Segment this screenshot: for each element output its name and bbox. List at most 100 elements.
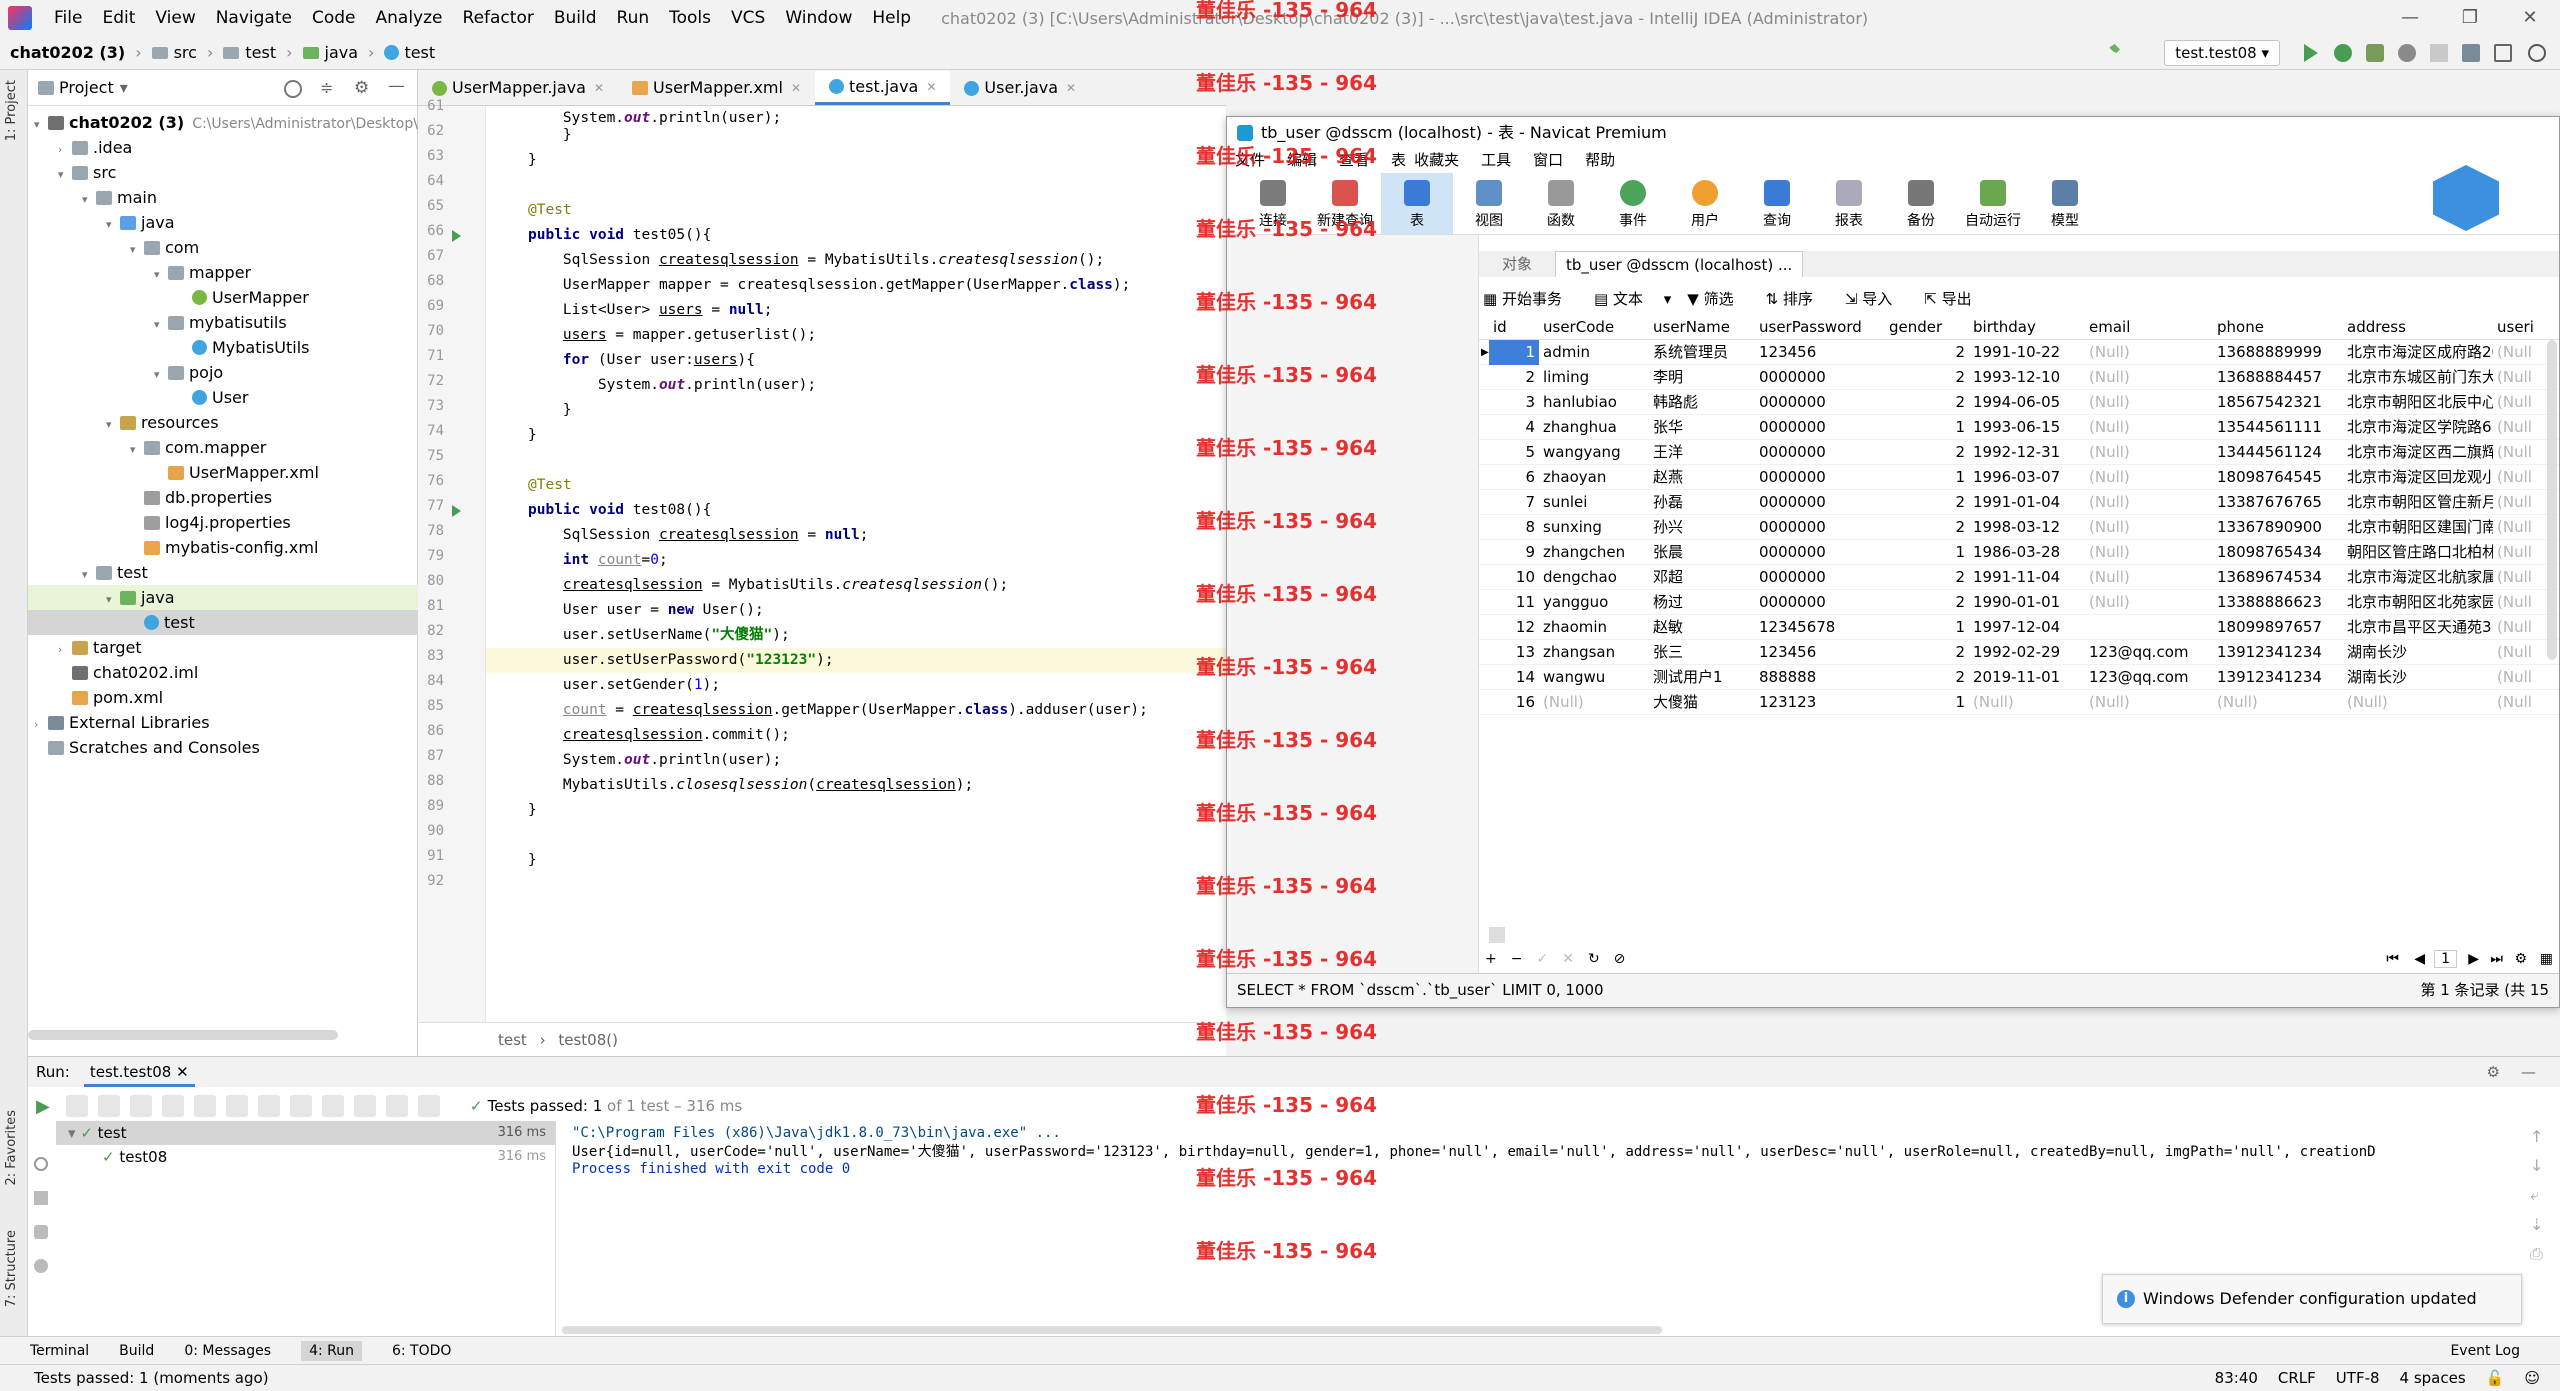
- grid-cell[interactable]: 1: [1885, 690, 1969, 715]
- grid-cell[interactable]: (Null): [2085, 390, 2213, 415]
- grid-cell[interactable]: 1: [1885, 540, 1969, 565]
- indent-setting[interactable]: 4 spaces: [2400, 1365, 2466, 1391]
- search-icon[interactable]: [2528, 44, 2546, 62]
- grid-cell[interactable]: 2: [1885, 590, 1969, 615]
- grid-cell[interactable]: 4: [1489, 415, 1539, 440]
- grid-cell[interactable]: 北京市朝阳区北辰中心: [2343, 390, 2493, 415]
- expand-arrow-icon[interactable]: ▾: [154, 362, 168, 387]
- menu-navigate[interactable]: Navigate: [206, 0, 302, 36]
- grid-cell[interactable]: 123456: [1755, 640, 1885, 665]
- project-tree-item[interactable]: Scratches and Consoles: [28, 735, 418, 760]
- table-row[interactable]: 8 sunxing 孙兴 0000000 2 1998-03-12 (Null) 133678…: [1479, 515, 2559, 540]
- grid-cell[interactable]: (Null): [2085, 590, 2213, 615]
- page-number-input[interactable]: 1: [2434, 950, 2457, 968]
- grid-cell[interactable]: 测试用户1: [1649, 665, 1755, 690]
- expand-arrow-icon[interactable]: ▾: [82, 562, 96, 587]
- project-tree-item[interactable]: log4j.properties: [28, 510, 418, 535]
- column-header[interactable]: userName: [1649, 315, 1755, 340]
- column-header[interactable]: userPassword: [1755, 315, 1885, 340]
- grid-cell[interactable]: 18567542321: [2213, 390, 2343, 415]
- last-page-icon[interactable]: ⏭: [2490, 951, 2503, 967]
- grid-cell[interactable]: 13688889999: [2213, 340, 2343, 365]
- grid-cell[interactable]: 13544561111: [2213, 415, 2343, 440]
- test-tree-row[interactable]: ▾ ✓ test 316 ms: [56, 1121, 556, 1145]
- grid-cell[interactable]: 6: [1489, 465, 1539, 490]
- grid-cell[interactable]: 1: [1885, 415, 1969, 440]
- hide-panel-icon[interactable]: —: [2521, 1057, 2536, 1087]
- project-tree-item[interactable]: ▾ mapper: [28, 260, 418, 285]
- grid-vertical-scrollbar[interactable]: [2547, 340, 2557, 660]
- grid-cell[interactable]: 系统管理员: [1649, 340, 1755, 365]
- grid-cell[interactable]: 孙兴: [1649, 515, 1755, 540]
- grid-cell[interactable]: sunxing: [1539, 515, 1649, 540]
- close-icon[interactable]: ✕: [2500, 0, 2560, 36]
- presentation-icon[interactable]: [2494, 44, 2512, 62]
- grid-cell[interactable]: 赵敏: [1649, 615, 1755, 640]
- grid-cell[interactable]: (Null): [1969, 690, 2085, 715]
- caret-position[interactable]: 83:40: [2215, 1365, 2258, 1391]
- menu-edit[interactable]: Edit: [92, 0, 145, 36]
- grid-cell[interactable]: 1996-03-07: [1969, 465, 2085, 490]
- grid-cell[interactable]: 0000000: [1755, 440, 1885, 465]
- project-tree-item[interactable]: MybatisUtils: [28, 335, 418, 360]
- grid-cell[interactable]: 张三: [1649, 640, 1755, 665]
- grid-cell[interactable]: 2: [1489, 365, 1539, 390]
- grid-cell[interactable]: 韩路彪: [1649, 390, 1755, 415]
- apply-icon[interactable]: ✓: [1536, 951, 1548, 967]
- pin-icon[interactable]: [34, 1157, 48, 1171]
- grid-cell[interactable]: 1991-10-22: [1969, 340, 2085, 365]
- grid-cell[interactable]: 12: [1489, 615, 1539, 640]
- settings-icon[interactable]: ⚙: [2514, 951, 2527, 967]
- grid-cell[interactable]: (Null: [2493, 690, 2560, 715]
- notification-balloon[interactable]: Windows Defender configuration updated: [2102, 1274, 2522, 1324]
- grid-cell[interactable]: (Null): [2085, 365, 2213, 390]
- nav-menu-table[interactable]: 表: [1391, 149, 1406, 173]
- grid-cell[interactable]: 北京市海淀区学院路61: [2343, 415, 2493, 440]
- grid-cell[interactable]: zhaomin: [1539, 615, 1649, 640]
- grid-cell[interactable]: 大傻猫: [1649, 690, 1755, 715]
- project-tree-item[interactable]: ▾ mybatisutils: [28, 310, 418, 335]
- grid-cell[interactable]: 赵燕: [1649, 465, 1755, 490]
- project-tree-item[interactable]: › target: [28, 635, 418, 660]
- grid-scroll-left[interactable]: [1489, 927, 1505, 943]
- sort-alpha-icon[interactable]: [129, 1095, 152, 1117]
- prev-failed-icon[interactable]: [257, 1095, 280, 1117]
- project-tree-item[interactable]: › External Libraries: [28, 710, 418, 735]
- grid-cell[interactable]: 5: [1489, 440, 1539, 465]
- todo-tab[interactable]: 6: TODO: [392, 1343, 451, 1359]
- grid-cell[interactable]: 123@qq.com: [2085, 665, 2213, 690]
- gear-icon[interactable]: ⚙: [354, 78, 369, 98]
- stop-icon[interactable]: [2430, 44, 2448, 62]
- column-header[interactable]: phone: [2213, 315, 2343, 340]
- column-header[interactable]: userCode: [1539, 315, 1649, 340]
- locate-icon[interactable]: [284, 80, 302, 98]
- tab-usermapper-xml[interactable]: UserMapper.xml ✕: [618, 71, 815, 105]
- project-tree-item[interactable]: chat0202.iml: [28, 660, 418, 685]
- grid-cell[interactable]: 18098764545: [2213, 465, 2343, 490]
- grid-cell[interactable]: 14: [1489, 665, 1539, 690]
- menu-window[interactable]: Window: [775, 0, 862, 36]
- menu-build[interactable]: Build: [544, 0, 607, 36]
- print-icon[interactable]: ⎙: [2530, 1244, 2548, 1264]
- expand-arrow-icon[interactable]: ▾: [130, 237, 144, 262]
- history-icon[interactable]: [321, 1095, 344, 1117]
- grid-cell[interactable]: 13912341234: [2213, 640, 2343, 665]
- tab-tb-user[interactable]: tb_user @dsscm (localhost) ...: [1555, 251, 1804, 277]
- first-page-icon[interactable]: ⏮: [2386, 951, 2399, 967]
- grid-cell[interactable]: 北京市朝阳区建国门南: [2343, 515, 2493, 540]
- table-row[interactable]: 6 zhaoyan 赵燕 0000000 1 1996-03-07 (Null) 180987…: [1479, 465, 2559, 490]
- column-header[interactable]: id: [1489, 315, 1539, 340]
- grid-cell[interactable]: 1: [1489, 340, 1539, 365]
- grid-cell[interactable]: 1997-12-04: [1969, 615, 2085, 640]
- project-tree-item[interactable]: ▾ chat0202 (3) C:\Users\Administrator\Desk…: [28, 110, 418, 135]
- nav-menu-favorites[interactable]: 收藏夹: [1414, 149, 1459, 173]
- grid-cell[interactable]: (Null): [2085, 415, 2213, 440]
- tab-objects[interactable]: 对象: [1479, 251, 1555, 277]
- project-structure-icon[interactable]: [2462, 44, 2480, 62]
- discard-icon[interactable]: ✕: [1562, 951, 1574, 967]
- grid-cell[interactable]: 16: [1489, 690, 1539, 715]
- grid-cell[interactable]: 2: [1885, 565, 1969, 590]
- grid-cell[interactable]: 李明: [1649, 365, 1755, 390]
- delete-record-icon[interactable]: −: [1511, 951, 1523, 967]
- expand-arrow-icon[interactable]: ▾: [82, 187, 96, 212]
